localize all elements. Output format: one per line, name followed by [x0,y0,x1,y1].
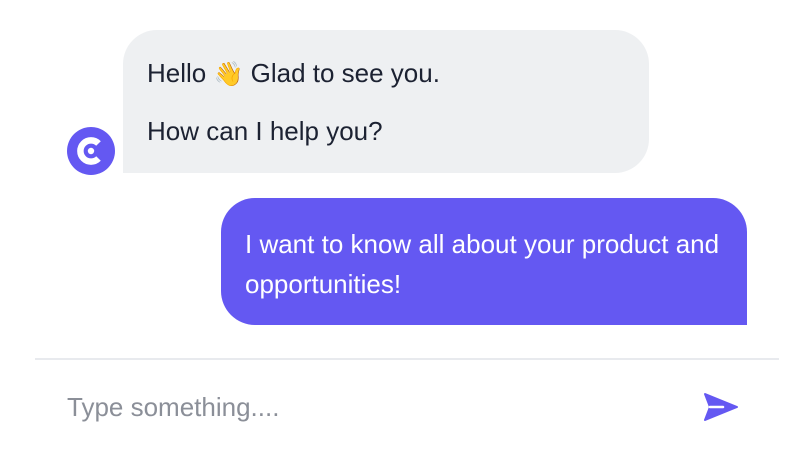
greeting-text: Hello [147,58,207,88]
outgoing-message-bubble: I want to know all about your product an… [221,198,747,325]
waving-hand-emoji: 👋 [213,60,244,88]
outgoing-message-text: I want to know all about your product an… [245,229,720,299]
incoming-message-bubble: Hello 👋 Glad to see you. How can I help … [123,30,649,173]
chat-window: Hello 👋 Glad to see you. How can I help … [0,0,810,464]
message-composer [35,380,779,434]
c-logo-icon [77,137,101,165]
send-button[interactable] [699,388,747,426]
greeting-followup-text: Glad to see you. [250,58,440,88]
avatar [67,127,115,175]
send-icon [704,393,738,421]
incoming-message-line-1: Hello 👋 Glad to see you. [147,58,625,88]
message-input[interactable] [67,387,667,427]
composer-divider [35,358,779,360]
incoming-message-line-2: How can I help you? [147,116,383,146]
